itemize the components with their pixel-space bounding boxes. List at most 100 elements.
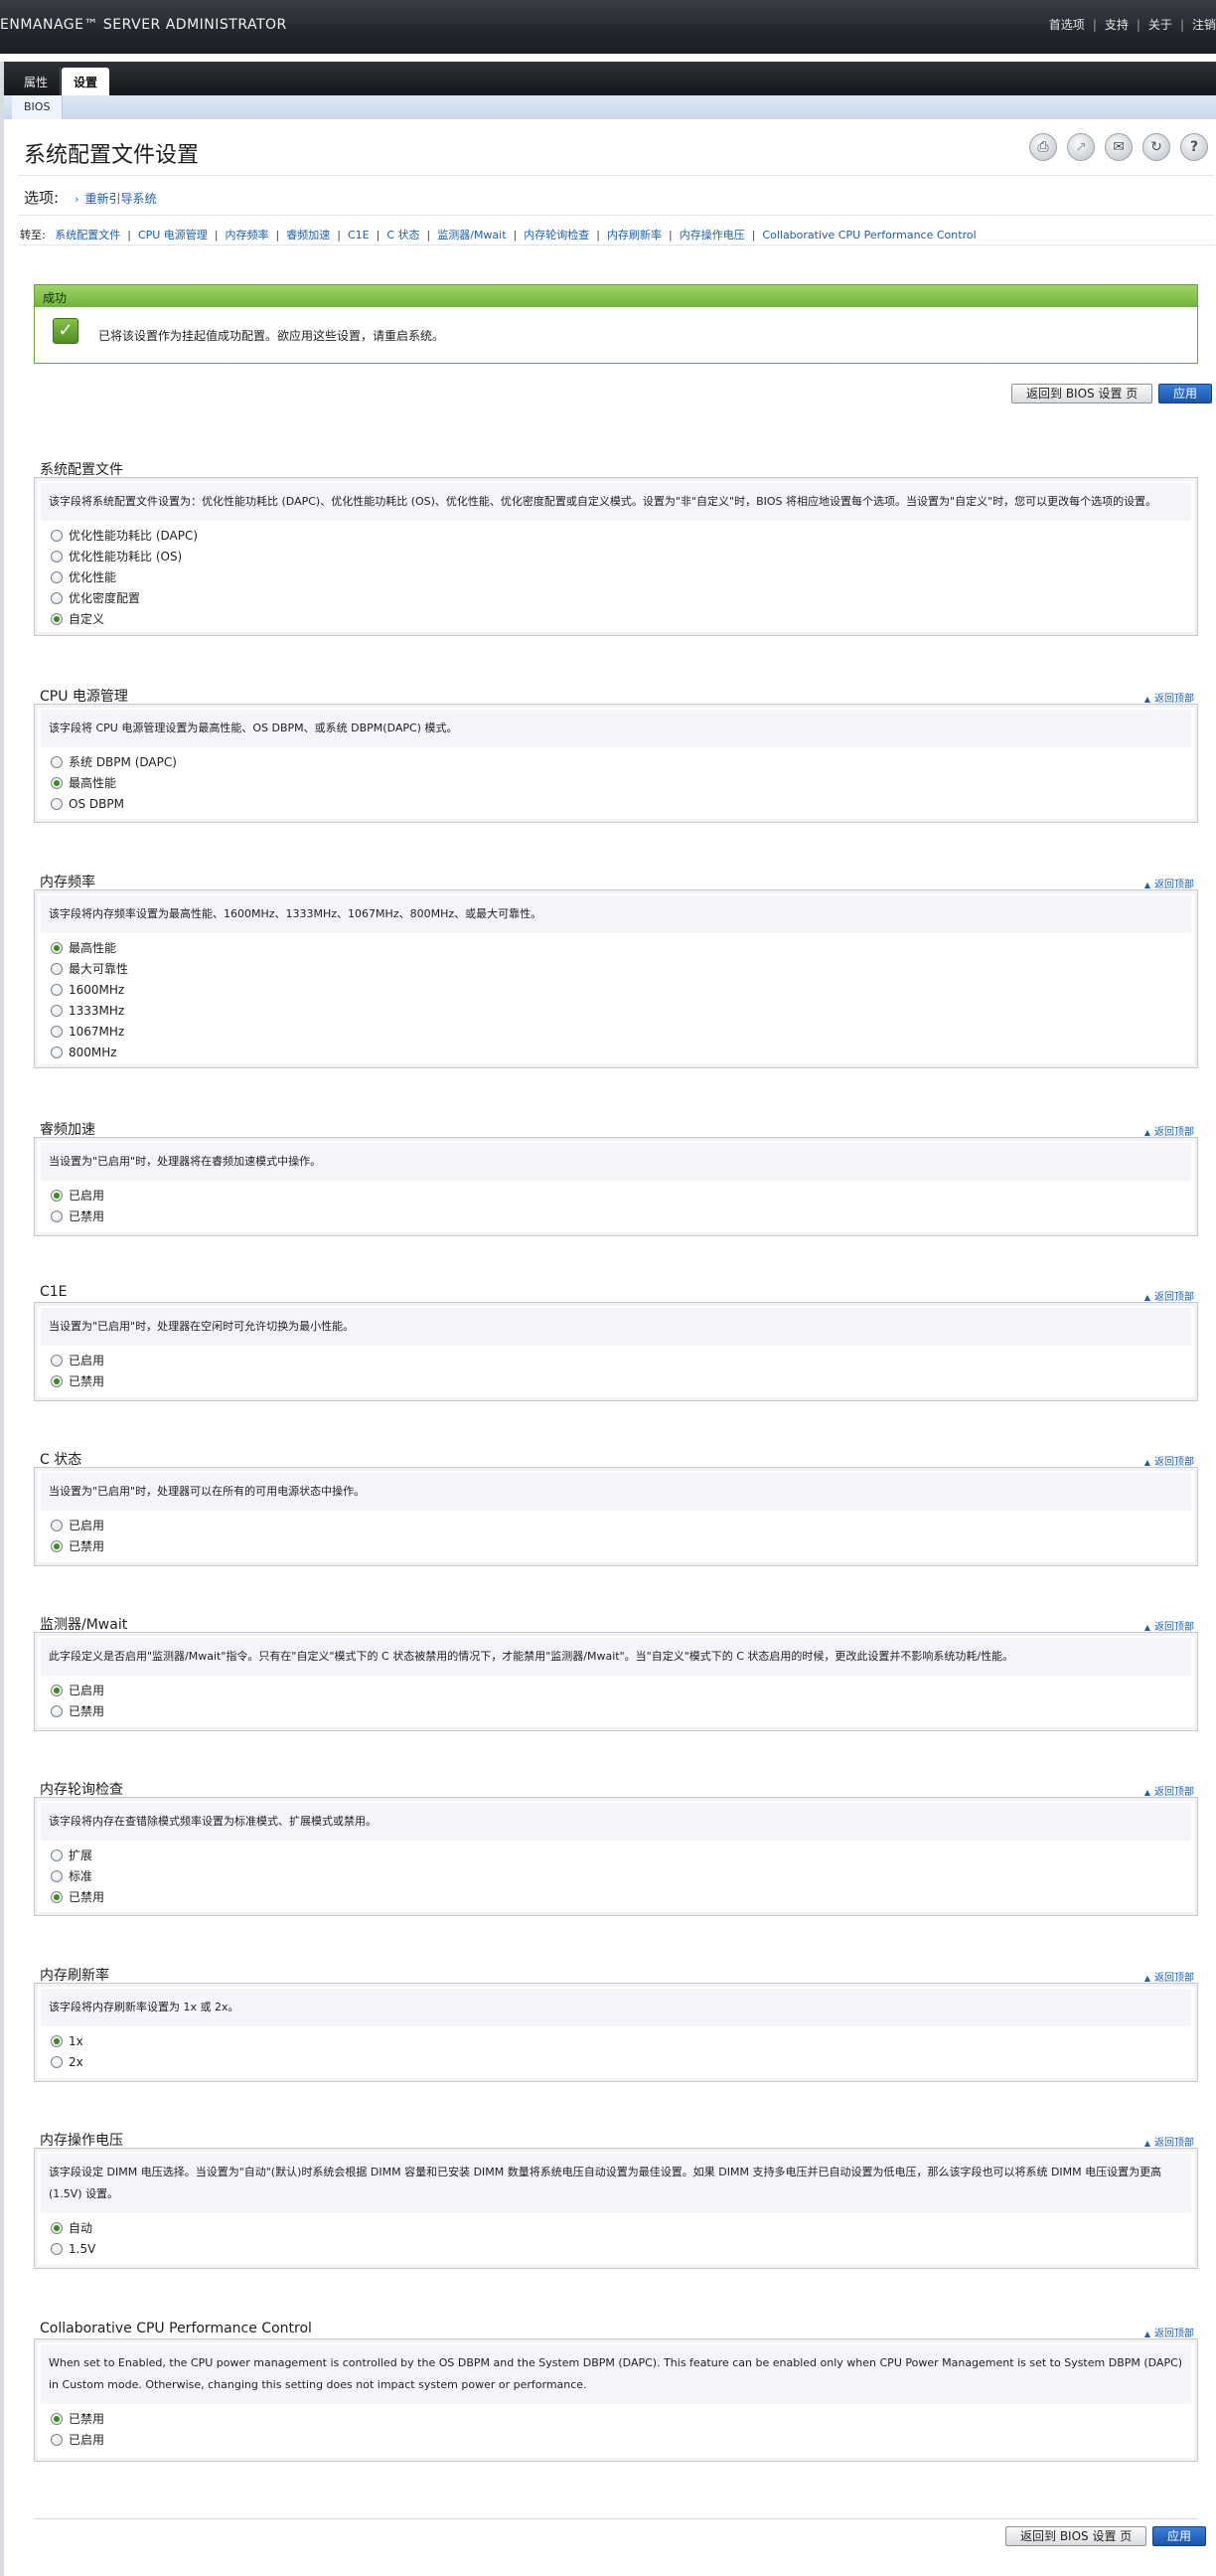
- jump-link[interactable]: 内存刷新率: [607, 229, 662, 242]
- back-to-top-link[interactable]: ▲ 返回顶部: [1144, 1288, 1194, 1303]
- radio-option[interactable]: 最高性能: [51, 772, 1197, 793]
- radio-option[interactable]: 扩展: [51, 1845, 1197, 1865]
- radio-option[interactable]: 优化性能功耗比 (DAPC): [51, 525, 1197, 546]
- radio-button[interactable]: [51, 529, 63, 542]
- radio-option[interactable]: 2x: [51, 2051, 1197, 2072]
- radio-button[interactable]: [51, 1849, 63, 1861]
- radio-option[interactable]: 最大可靠性: [51, 958, 1197, 979]
- radio-option[interactable]: 1333MHz: [51, 1000, 1197, 1021]
- radio-button[interactable]: [51, 1539, 63, 1552]
- export-icon[interactable]: ↗: [1067, 133, 1095, 161]
- radio-option[interactable]: 最高性能: [51, 937, 1197, 958]
- radio-option[interactable]: 已禁用: [51, 1206, 1197, 1226]
- radio-option[interactable]: 1067MHz: [51, 1021, 1197, 1042]
- radio-button[interactable]: [51, 1869, 63, 1882]
- about-link[interactable]: 关于: [1148, 18, 1172, 32]
- back-to-bios-button[interactable]: 返回到 BIOS 设置 页: [1011, 384, 1153, 403]
- radio-button[interactable]: [51, 1004, 63, 1017]
- back-to-bios-button-bottom[interactable]: 返回到 BIOS 设置 页: [1005, 2526, 1147, 2546]
- radio-option[interactable]: 1.5V: [51, 2238, 1197, 2259]
- radio-button[interactable]: [51, 755, 63, 768]
- radio-option[interactable]: 自定义: [51, 608, 1197, 629]
- radio-option[interactable]: 已启用: [51, 1680, 1197, 1700]
- jump-link[interactable]: 内存轮询检查: [524, 229, 589, 242]
- radio-option[interactable]: 1600MHz: [51, 979, 1197, 1000]
- radio-button[interactable]: [51, 776, 63, 789]
- print-icon[interactable]: ⎙: [1029, 133, 1057, 161]
- radio-option[interactable]: 已启用: [51, 1515, 1197, 1535]
- back-to-top-link[interactable]: ▲ 返回顶部: [1144, 1123, 1194, 1138]
- radio-button[interactable]: [51, 2034, 63, 2047]
- radio-button[interactable]: [51, 550, 63, 563]
- tab-settings[interactable]: 设置: [62, 68, 110, 95]
- jump-link[interactable]: C 状态: [386, 229, 419, 242]
- subtab-bios[interactable]: BIOS: [12, 95, 64, 119]
- radio-button[interactable]: [51, 2433, 63, 2446]
- radio-button[interactable]: [51, 1684, 63, 1696]
- radio-option[interactable]: 优化密度配置: [51, 587, 1197, 608]
- back-to-top-link[interactable]: ▲ 返回顶部: [1144, 1969, 1194, 1984]
- radio-option[interactable]: 1x: [51, 2030, 1197, 2051]
- radio-option[interactable]: 已禁用: [51, 1886, 1197, 1907]
- radio-option[interactable]: 已禁用: [51, 2408, 1197, 2429]
- back-to-top-link[interactable]: ▲ 返回顶部: [1144, 2134, 1194, 2149]
- radio-button[interactable]: [51, 941, 63, 954]
- apply-button-bottom[interactable]: 应用: [1152, 2526, 1207, 2546]
- back-to-top-link[interactable]: ▲ 返回顶部: [1144, 2325, 1194, 2339]
- apply-button[interactable]: 应用: [1158, 384, 1213, 403]
- jump-link[interactable]: 监测器/Mwait: [437, 229, 506, 242]
- reboot-system-link[interactable]: 重新引导系统: [84, 192, 156, 206]
- refresh-icon[interactable]: ↻: [1142, 133, 1170, 161]
- radio-button[interactable]: [51, 612, 63, 625]
- radio-option[interactable]: 标准: [51, 1865, 1197, 1886]
- radio-button[interactable]: [51, 570, 63, 583]
- radio-button[interactable]: [51, 2221, 63, 2234]
- radio-button[interactable]: [51, 1025, 63, 1038]
- jump-link[interactable]: CPU 电源管理: [138, 229, 208, 242]
- radio-button[interactable]: [51, 1519, 63, 1531]
- support-link[interactable]: 支持: [1105, 18, 1129, 32]
- jump-link[interactable]: 内存频率: [226, 229, 269, 242]
- radio-button[interactable]: [51, 1704, 63, 1717]
- radio-option[interactable]: 已启用: [51, 2429, 1197, 2450]
- radio-option[interactable]: 已禁用: [51, 1535, 1197, 1556]
- radio-button[interactable]: [51, 1209, 63, 1222]
- radio-button[interactable]: [51, 962, 63, 975]
- preferences-link[interactable]: 首选项: [1049, 18, 1085, 32]
- radio-option[interactable]: 已禁用: [51, 1700, 1197, 1721]
- radio-button[interactable]: [51, 2242, 63, 2255]
- email-icon[interactable]: ✉: [1105, 133, 1133, 161]
- back-to-top-link[interactable]: ▲ 返回顶部: [1144, 690, 1194, 705]
- radio-option[interactable]: 已禁用: [51, 1370, 1197, 1391]
- jump-link[interactable]: 睿频加速: [286, 229, 330, 242]
- radio-option[interactable]: 自动: [51, 2217, 1197, 2238]
- radio-option[interactable]: OS DBPM: [51, 793, 1197, 814]
- radio-button[interactable]: [51, 983, 63, 996]
- radio-button[interactable]: [51, 1189, 63, 1202]
- jump-link[interactable]: 系统配置文件: [55, 229, 120, 242]
- radio-button[interactable]: [51, 1890, 63, 1903]
- radio-option[interactable]: 优化性能功耗比 (OS): [51, 546, 1197, 566]
- radio-button[interactable]: [51, 591, 63, 604]
- help-icon[interactable]: ?: [1180, 133, 1208, 161]
- radio-button[interactable]: [51, 1354, 63, 1367]
- radio-button[interactable]: [51, 1374, 63, 1387]
- radio-option[interactable]: 系统 DBPM (DAPC): [51, 751, 1197, 772]
- back-to-top-link[interactable]: ▲ 返回顶部: [1144, 1783, 1194, 1798]
- back-to-top-link[interactable]: ▲ 返回顶部: [1144, 876, 1194, 890]
- radio-option[interactable]: 优化性能: [51, 566, 1197, 587]
- tab-properties[interactable]: 属性: [12, 68, 62, 95]
- radio-option[interactable]: 800MHz: [51, 1042, 1197, 1062]
- logout-link[interactable]: 注销: [1192, 18, 1216, 32]
- back-to-top-link[interactable]: ▲ 返回顶部: [1144, 1618, 1194, 1633]
- radio-option[interactable]: 已启用: [51, 1185, 1197, 1206]
- back-to-top-link[interactable]: ▲ 返回顶部: [1144, 1453, 1194, 1468]
- jump-link[interactable]: C1E: [348, 229, 370, 242]
- radio-button[interactable]: [51, 1046, 63, 1058]
- radio-button[interactable]: [51, 2055, 63, 2068]
- jump-link[interactable]: 内存操作电压: [680, 229, 745, 242]
- radio-button[interactable]: [51, 2412, 63, 2425]
- jump-link[interactable]: Collaborative CPU Performance Control: [762, 229, 976, 242]
- radio-button[interactable]: [51, 797, 63, 810]
- radio-option[interactable]: 已启用: [51, 1350, 1197, 1370]
